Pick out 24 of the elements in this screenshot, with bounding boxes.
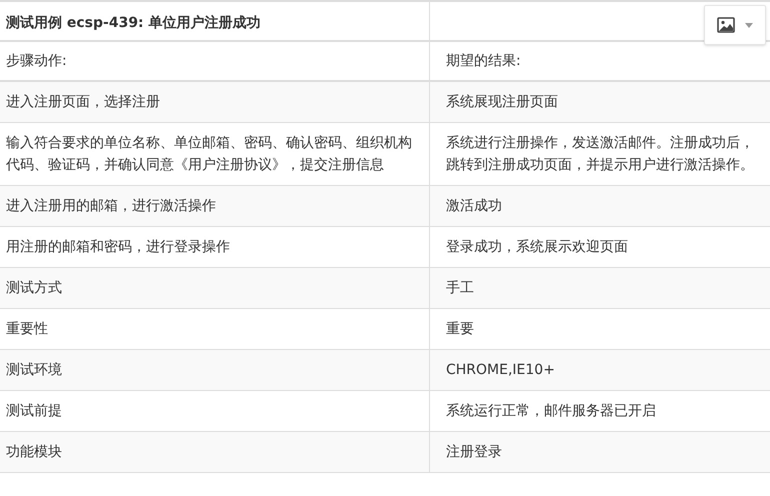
column-header: 期望的结果: <box>445 52 522 71</box>
table-cell-text: 激活成功 <box>445 197 503 216</box>
table-cell-text: CHROME,IE10+ <box>445 361 556 380</box>
table-cell: 进入注册页面，选择注册 <box>0 82 430 122</box>
table-cell-text: 系统展现注册页面 <box>445 93 559 112</box>
table-cell: 重要性 <box>0 309 430 349</box>
table-cell-text: 系统运行正常，邮件服务器已开启 <box>445 402 657 421</box>
image-icon <box>717 17 735 33</box>
table-cell-text: 登录成功，系统展示欢迎页面 <box>445 238 629 257</box>
table-cell: 功能模块 <box>0 432 430 472</box>
table-cell: 用注册的邮箱和密码，进行登录操作 <box>0 227 430 267</box>
table-cell: 测试前提 <box>0 391 430 431</box>
caret-icon <box>745 22 753 28</box>
table-title: 测试用例 ecsp-439: 单位用户注册成功 <box>0 2 430 45</box>
image-menu-button[interactable] <box>704 5 766 45</box>
table-cell-text: 注册登录 <box>445 443 503 462</box>
column-header: 步骤动作: <box>0 42 430 80</box>
table-cell: 输入符合要求的单位名称、单位邮箱、密码、确认密码、组织机构代码、验证码，并确认同意《用户注册协议》，提交注册信息 <box>0 123 430 185</box>
table-cell: 测试方式 <box>0 268 430 308</box>
table-cell-text: 系统进行注册操作，发送激活邮件。注册成功后，跳转到注册成功页面，并提示用户进行激活操作。 <box>445 134 755 175</box>
table-cell: 进入注册用的邮箱，进行激活操作 <box>0 186 430 226</box>
table-cell-text: 重要 <box>445 320 475 339</box>
table-cell-text: 手工 <box>445 279 475 298</box>
table-cell: 测试环境 <box>0 350 430 390</box>
